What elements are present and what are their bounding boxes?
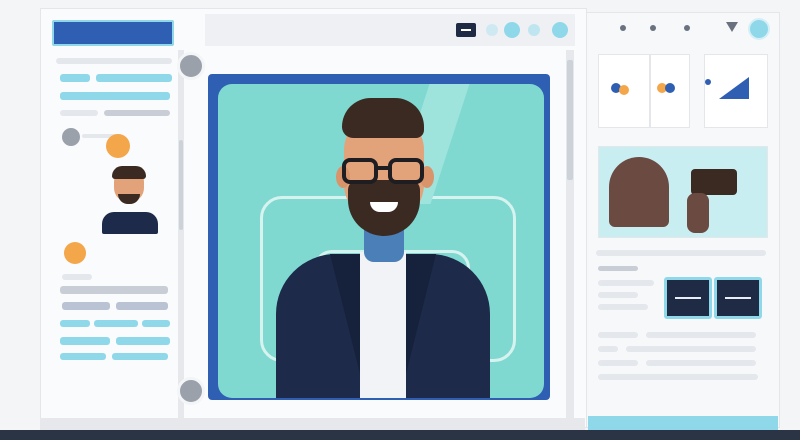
list-line xyxy=(596,250,766,256)
bottom-bar-accent[interactable] xyxy=(588,416,778,430)
status-dot-orange xyxy=(106,134,130,158)
list-line xyxy=(598,266,638,271)
sidebar-line[interactable] xyxy=(60,92,170,100)
send-icon xyxy=(719,77,749,99)
sidebar-line[interactable] xyxy=(116,302,168,310)
person-shirt xyxy=(360,252,406,398)
avatar-small[interactable] xyxy=(94,164,158,234)
sidebar-line[interactable] xyxy=(60,74,90,82)
window-handle-dot[interactable] xyxy=(177,52,205,80)
message-icon[interactable] xyxy=(456,23,476,37)
sidebar-line xyxy=(62,274,92,280)
sidebar-line[interactable] xyxy=(116,337,170,345)
sidebar-line xyxy=(56,58,172,64)
right-toolbar xyxy=(590,16,774,42)
circle-button-icon[interactable] xyxy=(504,22,520,38)
sidebar-line[interactable] xyxy=(60,320,90,327)
left-sidebar xyxy=(52,50,180,420)
person-lapel-left xyxy=(330,254,360,374)
sidebar-scrollbar-thumb[interactable] xyxy=(179,140,183,230)
sidebar-line[interactable] xyxy=(62,302,110,310)
circle-button-icon[interactable] xyxy=(552,22,568,38)
app-tile[interactable] xyxy=(650,54,690,128)
main-scrollbar-thumb[interactable] xyxy=(567,60,573,180)
circle-button-icon[interactable] xyxy=(486,24,498,36)
sidebar-line xyxy=(60,286,168,294)
list-block xyxy=(598,280,654,320)
sidebar-header-bar[interactable] xyxy=(52,20,174,46)
glasses-icon xyxy=(388,158,424,184)
glasses-icon xyxy=(342,158,378,184)
sidebar-scrollbar[interactable] xyxy=(178,50,184,420)
dot-icon[interactable] xyxy=(650,25,656,31)
video-call-inner xyxy=(218,84,544,398)
person-silhouette xyxy=(609,157,669,227)
circle-button-icon[interactable] xyxy=(528,24,540,36)
window-handle-dot[interactable] xyxy=(177,377,205,405)
dot-icon[interactable] xyxy=(620,25,626,31)
app-tile[interactable] xyxy=(704,54,768,128)
action-button[interactable] xyxy=(714,277,762,319)
person-lapel-right xyxy=(406,254,436,374)
action-button[interactable] xyxy=(664,277,712,319)
person-hair xyxy=(342,98,424,138)
person-arm xyxy=(687,193,709,233)
sidebar-line xyxy=(60,110,98,116)
video-tile-secondary[interactable] xyxy=(598,146,768,238)
sidebar-line[interactable] xyxy=(112,353,168,360)
circle-button-icon[interactable] xyxy=(748,18,770,40)
app-tile[interactable] xyxy=(598,54,650,128)
sidebar-line[interactable] xyxy=(96,74,172,82)
chevron-down-icon[interactable] xyxy=(726,22,738,32)
glasses-bridge xyxy=(376,166,390,170)
sidebar-line[interactable] xyxy=(142,320,170,327)
sidebar-line[interactable] xyxy=(94,320,138,327)
sidebar-line[interactable] xyxy=(60,353,106,360)
sidebar-line[interactable] xyxy=(60,337,110,345)
list-rows xyxy=(598,332,768,402)
bottom-bar xyxy=(40,418,585,430)
dot-icon[interactable] xyxy=(684,25,690,31)
sidebar-dot xyxy=(62,128,80,146)
desk-edge xyxy=(0,430,800,440)
sidebar-line xyxy=(104,110,170,116)
camera-icon xyxy=(691,169,737,195)
status-dot-orange xyxy=(64,242,86,264)
